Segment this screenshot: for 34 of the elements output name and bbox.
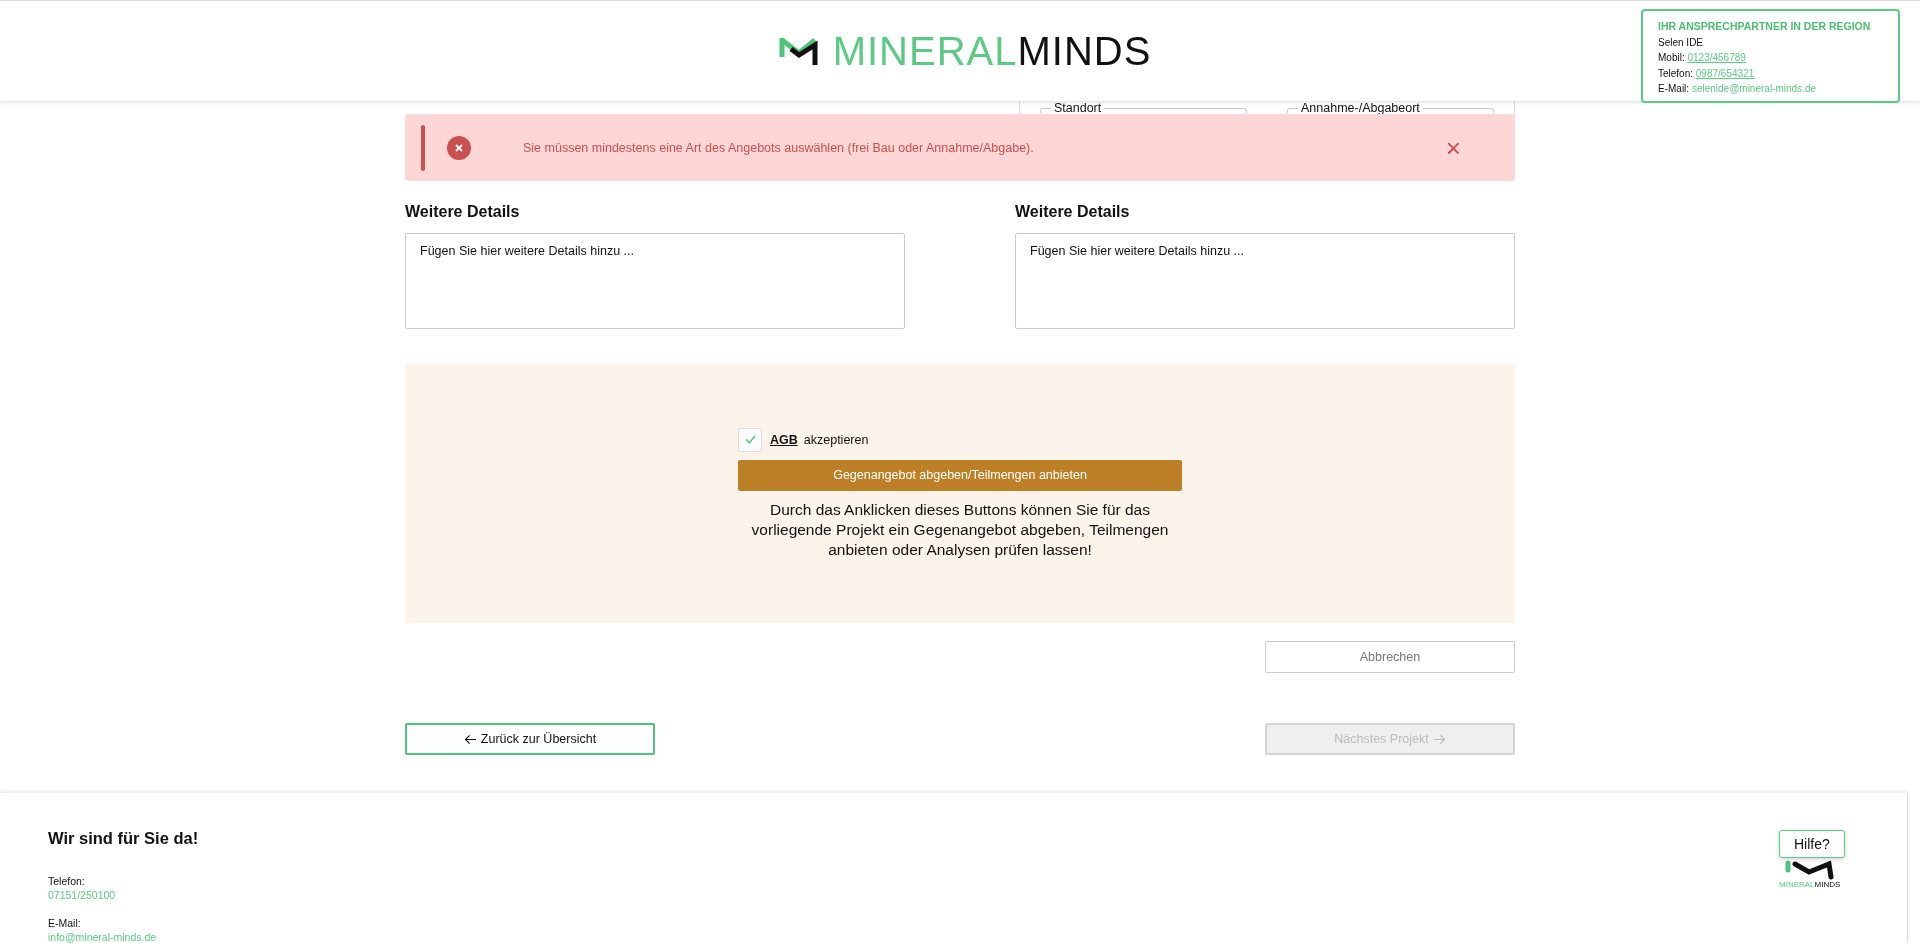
agb-label: akzeptieren: [803, 432, 869, 447]
contact-name: Selen IDE: [1658, 35, 1705, 50]
arrow-right-icon: [1432, 733, 1446, 745]
contact-link[interactable]: selenide@mineral-minds.de: [1691, 83, 1816, 94]
help-button[interactable]: Hilfe?: [1779, 830, 1845, 858]
contact-label: E-Mail:: [1658, 83, 1690, 94]
checkmark-icon: [743, 433, 757, 446]
agb-checkbox[interactable]: [738, 427, 762, 452]
footer-label: Telefon:: [48, 874, 85, 888]
counter-offer-button[interactable]: Gegenangebot abgeben/Teilmengen anbieten: [738, 459, 1182, 491]
logo-text: MINERALMINDS: [832, 28, 1152, 74]
contact-title: IHR ANSPRECHPARTNER IN DER REGION: [1658, 19, 1872, 34]
offer-note: Durch das Anklicken dieses Buttons können Sie für das vorliegende Projekt ein Gegenangebot abgeben, Teilmengen anbieten oder Analysen prüfen lassen!: [750, 499, 1170, 560]
section-heading: Weitere Details: [405, 203, 521, 221]
cancel-button[interactable]: Abbrechen: [1265, 641, 1515, 673]
contact-link[interactable]: 0123/456789: [1687, 52, 1746, 63]
logo-text: MINERALMINDS: [1779, 880, 1841, 889]
footer-heading: Wir sind für Sie da!: [48, 829, 199, 848]
error-icon: [447, 135, 471, 160]
details-field[interactable]: Fügen Sie hier weitere Details hinzu ...: [405, 233, 905, 329]
alert-message: Sie müssen mindestens eine Art des Angebots auswählen (frei Bau oder Annahme/Abgabe).: [523, 140, 1035, 155]
contact-label: Mobil:: [1658, 52, 1685, 63]
agb-link[interactable]: AGB: [770, 432, 798, 447]
details-field[interactable]: Fügen Sie hier weitere Details hinzu ...: [1015, 233, 1515, 329]
section-heading: Weitere Details: [1015, 203, 1131, 221]
contact-link[interactable]: 0987/654321: [1695, 67, 1755, 79]
footer-link[interactable]: 07151/250100: [48, 888, 116, 902]
arrow-left-icon: [463, 733, 477, 745]
close-button[interactable]: ×: [1441, 135, 1465, 160]
logo-icon: [1784, 860, 1835, 880]
footer-link[interactable]: info@mineral-minds.de: [48, 930, 157, 943]
back-button[interactable]: Zurück zur Übersicht: [405, 723, 655, 755]
contact-label: Telefon:: [1658, 67, 1694, 79]
footer-label: E-Mail:: [48, 916, 81, 930]
